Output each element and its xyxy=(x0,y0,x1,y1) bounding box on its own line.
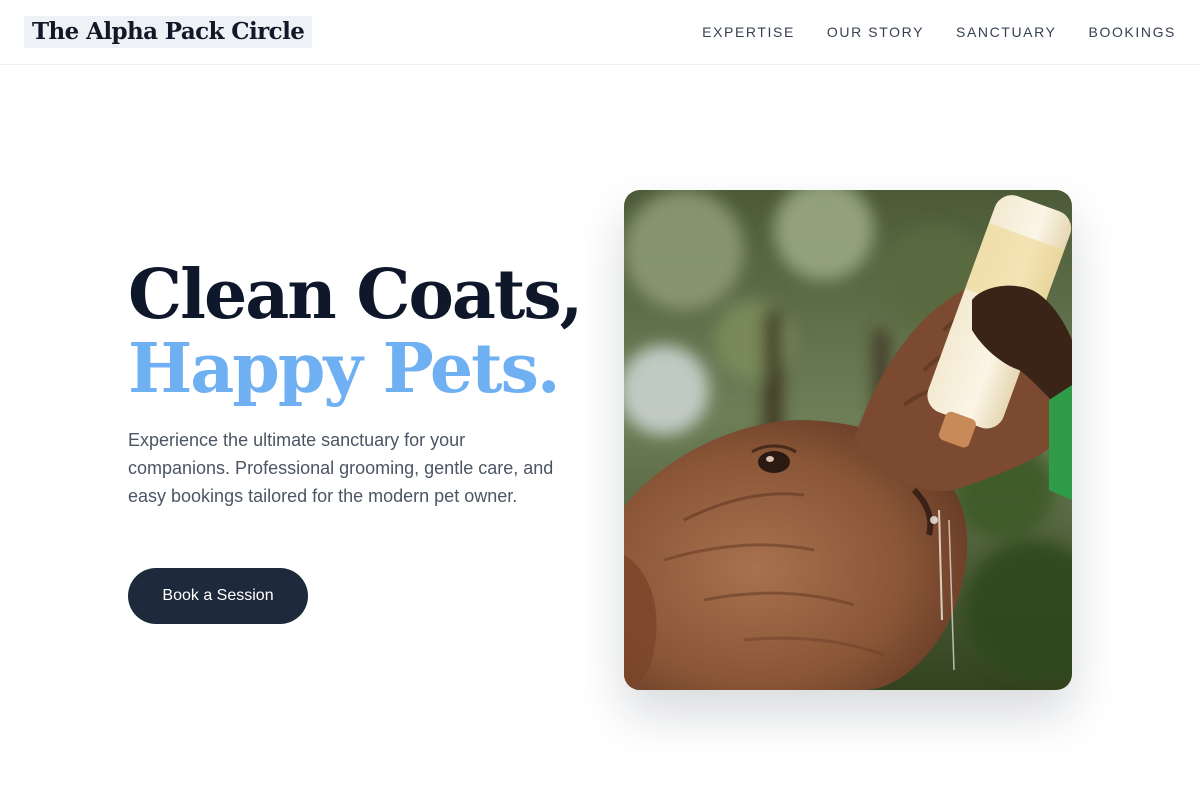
elephant-photo xyxy=(624,190,1072,690)
book-session-button[interactable]: Book a Session xyxy=(128,568,308,624)
nav-link-our-story[interactable]: OUR STORY xyxy=(827,22,924,42)
hero-text: Clean Coats, Happy Pets. Experience the … xyxy=(128,255,583,510)
nav-link-sanctuary[interactable]: SANCTUARY xyxy=(956,22,1057,42)
nav-link-expertise[interactable]: EXPERTISE xyxy=(702,22,795,42)
hero-description: Experience the ultimate sanctuary for yo… xyxy=(128,430,554,506)
site-logo[interactable]: The Alpha Pack Circle xyxy=(24,16,313,48)
site-header: The Alpha Pack Circle EXPERTISE OUR STOR… xyxy=(0,0,1200,65)
hero-image xyxy=(624,190,1072,690)
headline-line-2: Happy Pets. xyxy=(128,329,561,409)
page: The Alpha Pack Circle EXPERTISE OUR STOR… xyxy=(0,0,1200,800)
main-nav: EXPERTISE OUR STORY SANCTUARY BOOKINGS xyxy=(702,22,1176,42)
nav-link-bookings[interactable]: BOOKINGS xyxy=(1089,22,1176,42)
headline-line-1: Clean Coats, xyxy=(128,255,583,335)
hero-headline: Clean Coats, Happy Pets. xyxy=(128,255,583,409)
